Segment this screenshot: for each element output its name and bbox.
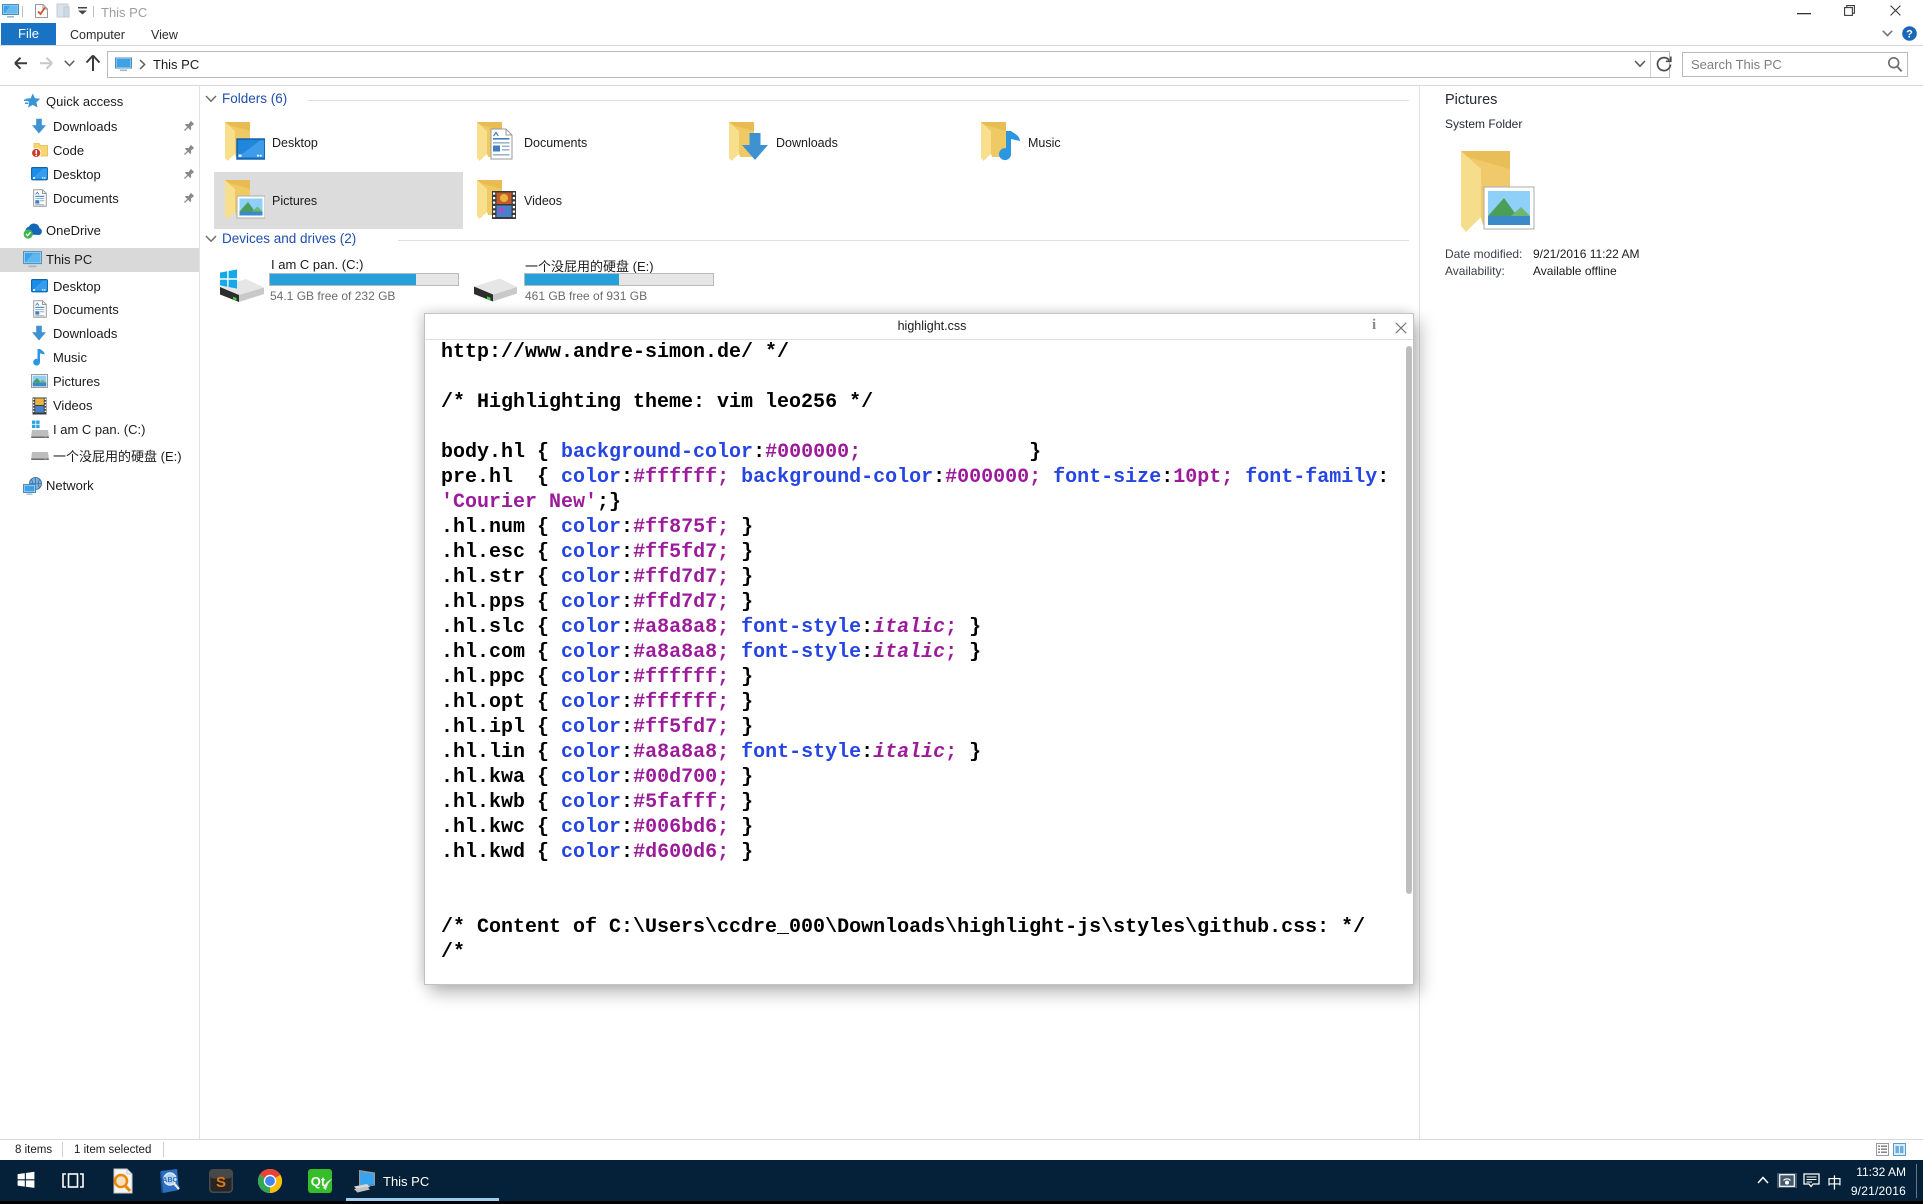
svg-text:?: ? — [1906, 28, 1913, 40]
svg-text:ABC: ABC — [162, 1177, 177, 1184]
svg-text:S: S — [216, 1174, 226, 1191]
svg-text:Qt: Qt — [311, 1174, 326, 1189]
